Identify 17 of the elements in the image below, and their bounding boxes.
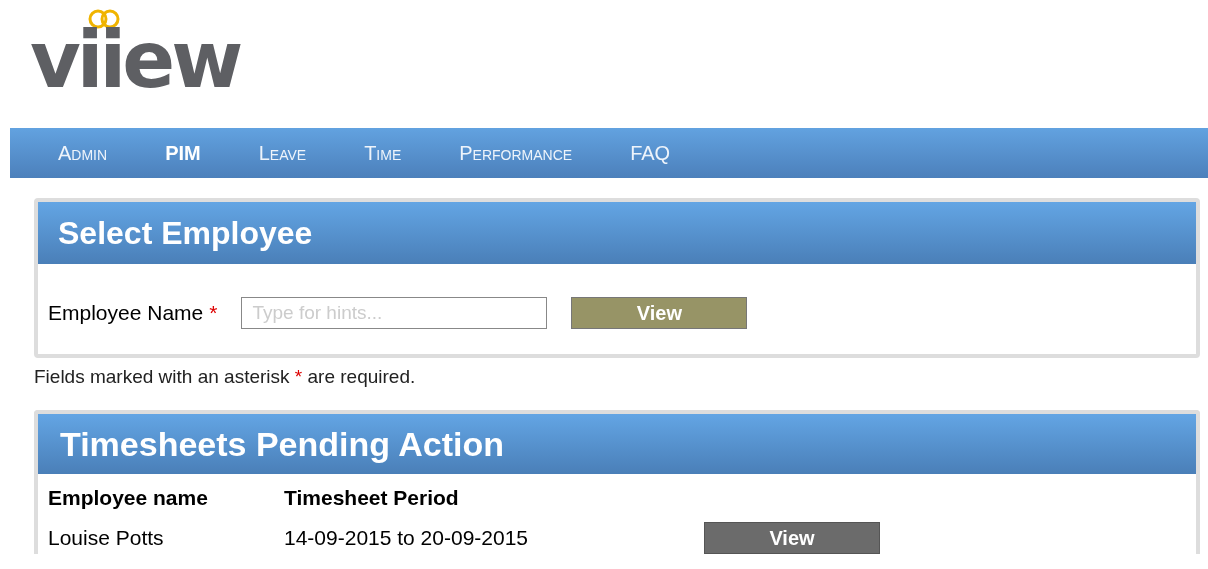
- nav-tab[interactable]: Admin: [58, 141, 108, 165]
- panel-title: Timesheets Pending Action: [38, 414, 1196, 474]
- nav-tab[interactable]: FAQ: [630, 141, 671, 165]
- field-label: Employee Name: [48, 301, 204, 325]
- nav-tab[interactable]: PIM: [165, 141, 201, 165]
- view-button[interactable]: View: [571, 297, 748, 329]
- nav-tab[interactable]: Leave: [258, 141, 307, 165]
- nav-tab[interactable]: Time: [364, 141, 402, 165]
- column-header: Employee name: [48, 486, 209, 510]
- nav-tab[interactable]: Performance: [459, 141, 573, 165]
- view-button[interactable]: View: [704, 522, 880, 554]
- table-cell-text: 14-09-2015 to 20-09-2015: [284, 526, 530, 550]
- panel-title: Select Employee: [38, 202, 1196, 264]
- column-header: Timesheet Period: [284, 486, 460, 510]
- required-mark: *: [209, 301, 218, 325]
- required-note: Fields marked with an asterisk * are required.: [34, 366, 416, 387]
- table-cell-text: Louise Potts: [48, 526, 165, 550]
